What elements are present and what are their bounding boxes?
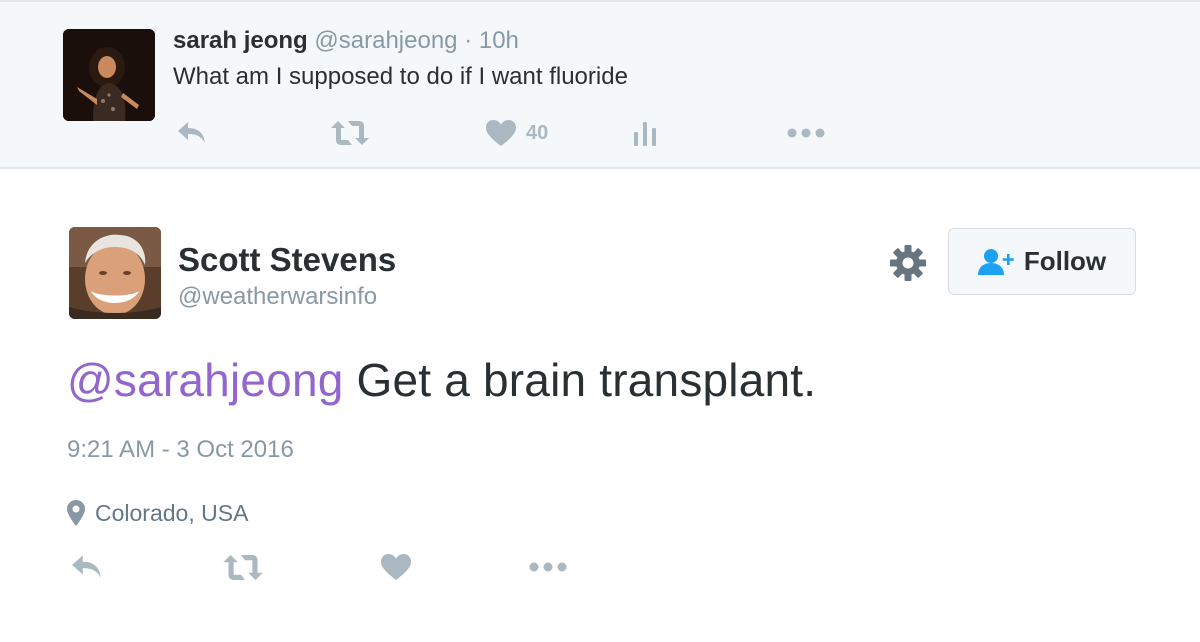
reply-icon [72, 555, 101, 578]
header-separator: · [464, 27, 473, 54]
mention-link[interactable]: @sarahjeong [67, 354, 344, 406]
author-name[interactable]: Scott Stevens [178, 240, 396, 280]
more-button[interactable] [529, 550, 567, 584]
like-button[interactable] [381, 550, 411, 584]
more-icon [529, 562, 567, 572]
reply-button[interactable] [70, 550, 104, 584]
location-pin-icon [67, 500, 85, 526]
parent-retweet-button[interactable] [330, 116, 370, 150]
tweet-text: @sarahjeong Get a brain transplant. [67, 352, 816, 408]
parent-analytics-button[interactable] [634, 116, 658, 150]
analytics-icon [634, 122, 656, 146]
retweet-icon [223, 554, 263, 580]
parent-tweet-time[interactable]: 10h [479, 27, 519, 54]
retweet-icon [331, 121, 369, 145]
follow-user-icon [977, 248, 1014, 275]
parent-reply-button[interactable] [176, 116, 208, 150]
tweet-location[interactable]: Colorado, USA [67, 497, 248, 529]
avatar[interactable] [63, 29, 155, 121]
parent-like-button[interactable]: 40 [486, 116, 548, 150]
location-label: Colorado, USA [95, 499, 249, 526]
gear-icon [890, 245, 926, 281]
more-icon [787, 128, 825, 138]
reply-icon [178, 122, 205, 143]
parent-tweet[interactable]: sarah jeong @sarahjeong · 10h What am I … [0, 0, 1200, 169]
follow-label: Follow [1023, 246, 1107, 276]
avatar-image [63, 29, 155, 121]
parent-more-button[interactable] [787, 116, 825, 150]
parent-author-name[interactable]: sarah jeong [173, 27, 308, 54]
retweet-button[interactable] [222, 550, 264, 584]
tweet-timestamp[interactable]: 9:21 AM - 3 Oct 2016 [67, 435, 294, 465]
avatar[interactable] [69, 227, 161, 319]
follow-button[interactable]: Follow [948, 228, 1136, 295]
parent-tweet-header: sarah jeong @sarahjeong · 10h [173, 26, 519, 56]
avatar-image [69, 227, 161, 319]
settings-button[interactable] [888, 243, 928, 283]
author-handle[interactable]: @weatherwarsinfo [178, 282, 377, 312]
tweet-body: Get a brain transplant. [343, 354, 817, 406]
like-count: 40 [526, 121, 549, 144]
heart-icon [381, 553, 411, 580]
parent-author-handle[interactable]: @sarahjeong [314, 27, 457, 54]
parent-tweet-text: What am I supposed to do if I want fluor… [173, 63, 628, 90]
heart-icon [486, 119, 516, 146]
